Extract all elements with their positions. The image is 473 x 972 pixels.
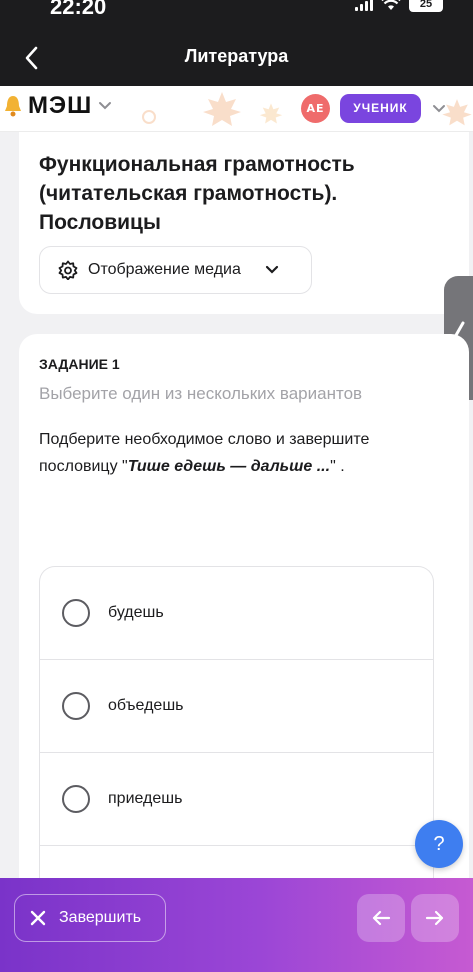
chevron-down-icon[interactable] [432, 104, 446, 114]
signal-icon [355, 0, 373, 11]
close-icon [30, 910, 46, 926]
radio-button[interactable] [62, 599, 90, 627]
arrow-left-icon [372, 910, 391, 926]
task-text-after: " . [330, 458, 345, 475]
chevron-down-icon [265, 265, 278, 274]
battery-icon: 25 [409, 0, 443, 12]
lesson-title: Функциональная грамотность (читательская… [39, 153, 355, 234]
maple-leaf-decoration-icon [203, 92, 241, 126]
role-badge[interactable]: УЧЕНИК [340, 94, 421, 123]
task-number: ЗАДАНИЕ 1 [39, 356, 120, 372]
next-button[interactable] [411, 894, 459, 942]
answer-option-label: объедешь [108, 697, 184, 714]
status-time: 22:20 [50, 0, 107, 19]
page-title: Литература [184, 46, 289, 66]
radio-button[interactable] [62, 785, 90, 813]
answer-option-label: приедешь [108, 790, 183, 807]
finish-button[interactable]: Завершить [14, 894, 166, 942]
avatar[interactable]: АЕ [301, 94, 330, 123]
previous-button[interactable] [357, 894, 405, 942]
finish-label: Завершить [59, 909, 142, 926]
task-text-emphasis: Тише едешь — дальше ... [127, 458, 331, 475]
media-display-label: Отображение медиа [88, 261, 241, 278]
answer-option[interactable]: объедешь [40, 660, 433, 753]
arrow-right-icon [425, 910, 444, 926]
task-hint: Выберите один из нескольких вариантов [39, 384, 363, 403]
answer-option[interactable]: приедешь [40, 753, 433, 846]
status-icons: 25 [355, 0, 443, 12]
maple-leaf-decoration-icon [259, 103, 283, 124]
chevron-down-icon [99, 102, 112, 110]
radio-button[interactable] [62, 692, 90, 720]
task-question: Подберите необходимое слово и завершите … [39, 426, 429, 480]
answer-options: будешь объедешь приедешь [39, 566, 434, 896]
lesson-title-card: Функциональная грамотность (читательская… [19, 132, 469, 314]
media-display-button[interactable]: Отображение медиа [39, 246, 312, 294]
mesh-logo-menu[interactable]: МЭШ [4, 92, 112, 120]
task-card: ЗАДАНИЕ 1 Выберите один из нескольких ва… [19, 334, 469, 896]
help-button[interactable]: ? [415, 820, 463, 868]
answer-option[interactable]: будешь [40, 567, 433, 660]
logo-text: МЭШ [28, 92, 93, 119]
top-bar: 22:20 25 Литература [0, 0, 473, 86]
app-header: МЭШ АЕ УЧЕНИК [0, 86, 473, 132]
gear-icon [58, 260, 78, 280]
bottom-bar: Завершить [0, 878, 473, 972]
answer-option-label: будешь [108, 604, 164, 621]
circle-decoration-icon [142, 110, 156, 124]
wifi-icon [381, 0, 401, 10]
bell-icon [5, 96, 21, 117]
